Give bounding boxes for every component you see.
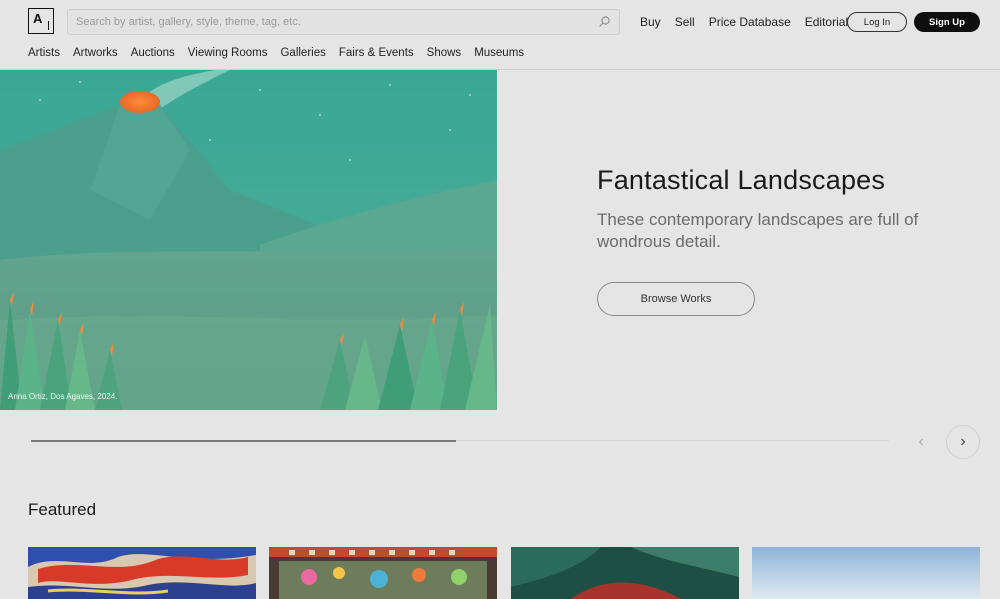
featured-card-1[interactable] bbox=[28, 547, 256, 599]
nav-galleries[interactable]: Galleries bbox=[280, 47, 325, 59]
logo-mark bbox=[47, 21, 49, 30]
featured-card-image bbox=[752, 547, 980, 599]
nav-museums[interactable]: Museums bbox=[474, 47, 524, 59]
hero-artwork-image[interactable]: Anna Ortiz, Dos Agaves, 2024. bbox=[0, 70, 497, 410]
nav-artworks[interactable]: Artworks bbox=[73, 47, 118, 59]
logo-letter: A bbox=[33, 11, 43, 26]
search-icon[interactable] bbox=[597, 15, 611, 29]
nav-fairs-events[interactable]: Fairs & Events bbox=[339, 47, 414, 59]
hero-text-block: Fantastical Landscapes These contemporar… bbox=[597, 165, 937, 253]
browse-works-button[interactable]: Browse Works bbox=[597, 282, 755, 316]
site-header: A Buy Sell Price Database Editorial Log … bbox=[0, 0, 1000, 70]
featured-card-image bbox=[28, 547, 256, 599]
nav-auctions[interactable]: Auctions bbox=[131, 47, 175, 59]
artsy-logo[interactable]: A bbox=[28, 8, 54, 34]
category-nav: Artists Artworks Auctions Viewing Rooms … bbox=[28, 47, 537, 59]
nav-viewing-rooms[interactable]: Viewing Rooms bbox=[188, 47, 268, 59]
featured-card-image bbox=[511, 547, 739, 599]
nav-artists[interactable]: Artists bbox=[28, 47, 60, 59]
carousel-prev-button[interactable]: ‹ bbox=[905, 426, 937, 458]
chevron-left-icon: ‹ bbox=[918, 433, 924, 450]
hero-description: These contemporary landscapes are full o… bbox=[597, 210, 919, 251]
nav-editorial[interactable]: Editorial bbox=[805, 15, 848, 29]
chevron-right-icon: › bbox=[960, 433, 966, 450]
artwork-caption[interactable]: Anna Ortiz, Dos Agaves, 2024. bbox=[8, 392, 117, 401]
login-button[interactable]: Log In bbox=[847, 12, 907, 32]
volcano-landscape-painting bbox=[0, 70, 497, 410]
signup-button[interactable]: Sign Up bbox=[914, 12, 980, 32]
nav-buy[interactable]: Buy bbox=[640, 15, 661, 29]
featured-card-2[interactable] bbox=[269, 547, 497, 599]
top-nav: Buy Sell Price Database Editorial bbox=[640, 15, 862, 29]
featured-card-image bbox=[269, 547, 497, 599]
featured-card-4[interactable] bbox=[752, 547, 980, 599]
carousel-progress-bar bbox=[31, 439, 889, 442]
carousel-next-button[interactable]: › bbox=[946, 425, 980, 459]
search-bar bbox=[67, 9, 620, 35]
featured-card-3[interactable] bbox=[511, 547, 739, 599]
nav-sell[interactable]: Sell bbox=[675, 15, 695, 29]
featured-section-title: Featured bbox=[28, 500, 97, 519]
nav-shows[interactable]: Shows bbox=[427, 47, 462, 59]
search-input[interactable] bbox=[68, 10, 619, 34]
nav-price-database[interactable]: Price Database bbox=[709, 15, 791, 29]
carousel-progress-fill bbox=[31, 439, 456, 442]
hero-title: Fantastical Landscapes bbox=[597, 165, 886, 195]
